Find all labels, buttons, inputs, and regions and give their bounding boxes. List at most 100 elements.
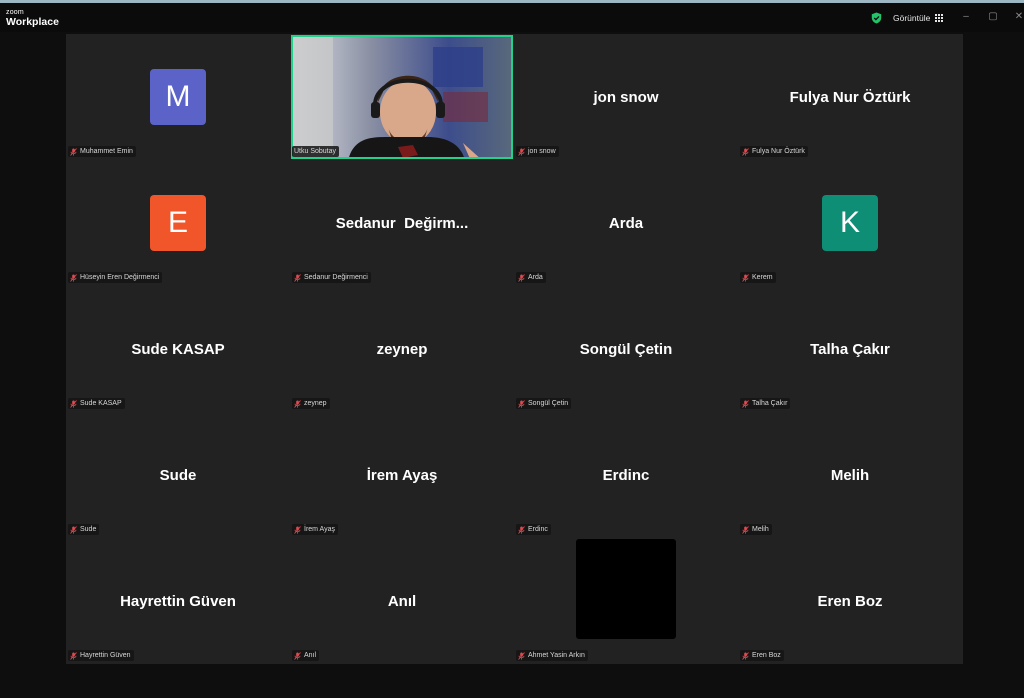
name-label: jon snow — [516, 146, 559, 157]
avatar: E — [150, 195, 206, 251]
participant-name: zeynep — [304, 400, 327, 407]
participant-display-name: Arda — [608, 215, 644, 232]
muted-mic-icon — [518, 651, 525, 660]
participant-tile[interactable]: Sedanur Değirm... Sedanur Değirmenci — [290, 160, 514, 286]
muted-mic-icon — [742, 525, 749, 534]
name-label: Erdinc — [516, 524, 551, 535]
participant-name: Hayrettin Güven — [80, 652, 131, 659]
participant-tile[interactable]: Songül Çetin Songül Çetin — [514, 286, 738, 412]
participant-name: Sude KASAP — [80, 400, 122, 407]
muted-mic-icon — [294, 525, 301, 534]
participant-name: Ahmet Yasin Arkın — [528, 652, 585, 659]
muted-mic-icon — [518, 273, 525, 282]
name-label: Fulya Nur Öztürk — [740, 146, 808, 157]
gallery-view: M Muhammet Emin Utku Sobutay jon snow jo… — [66, 34, 963, 664]
view-button-label: Görüntüle — [893, 13, 931, 23]
participant-tile[interactable]: Erdinc Erdinc — [514, 412, 738, 538]
participant-name: Eren Boz — [752, 652, 781, 659]
participant-tile[interactable]: Eren Boz Eren Boz — [738, 538, 962, 664]
maximize-button[interactable]: ▢ — [986, 11, 1000, 22]
participant-display-name: Sude — [159, 467, 197, 484]
participant-tile[interactable]: jon snow jon snow — [514, 34, 738, 160]
name-label: Songül Çetin — [516, 398, 572, 409]
participant-display-name: Hayrettin Güven — [120, 593, 236, 610]
participant-name: Hüseyin Eren Değirmenci — [80, 274, 160, 281]
brand-small: zoom — [6, 9, 24, 16]
name-label: Hüseyin Eren Değirmenci — [68, 272, 163, 283]
participant-name: Kerem — [752, 274, 773, 281]
name-label: Ahmet Yasin Arkın — [516, 650, 588, 661]
participant-tile-active-speaker[interactable]: Utku Sobutay — [290, 34, 514, 160]
participant-tile[interactable]: Sude KASAP Sude KASAP — [66, 286, 290, 412]
muted-mic-icon — [70, 147, 77, 156]
name-label: Melih — [740, 524, 772, 535]
participant-tile[interactable]: Anıl Anıl — [290, 538, 514, 664]
muted-mic-icon — [294, 273, 301, 282]
name-label: Sude KASAP — [68, 398, 125, 409]
participant-name: Fulya Nur Öztürk — [752, 148, 805, 155]
muted-mic-icon — [70, 525, 77, 534]
name-label: Sedanur Değirmenci — [292, 272, 371, 283]
muted-mic-icon — [742, 147, 749, 156]
name-label: Utku Sobutay — [292, 146, 340, 157]
muted-mic-icon — [518, 147, 525, 156]
participant-display-name: Melih — [830, 467, 870, 484]
name-label: Arda — [516, 272, 546, 283]
participant-tile[interactable]: E Hüseyin Eren Değirmenci — [66, 160, 290, 286]
participant-video — [291, 35, 513, 159]
muted-mic-icon — [70, 273, 77, 282]
participant-name: Sedanur Değirmenci — [304, 274, 368, 281]
muted-mic-icon — [70, 399, 77, 408]
name-label: Muhammet Emin — [68, 146, 136, 157]
avatar: M — [150, 69, 206, 125]
participant-tile[interactable]: Melih Melih — [738, 412, 962, 538]
shield-icon[interactable] — [871, 12, 882, 24]
muted-mic-icon — [294, 399, 301, 408]
avatar: K — [822, 195, 878, 251]
participant-display-name: Talha Çakır — [810, 341, 890, 358]
muted-mic-icon — [742, 273, 749, 282]
view-button[interactable]: Görüntüle — [893, 13, 944, 23]
participant-tile[interactable]: M Muhammet Emin — [66, 34, 290, 160]
participant-name: Arda — [528, 274, 543, 281]
video-feed-image — [293, 37, 511, 157]
minimize-button[interactable]: – — [959, 11, 973, 22]
participant-name: jon snow — [528, 148, 556, 155]
participant-name: Songül Çetin — [528, 400, 569, 407]
participant-name: Anıl — [304, 652, 317, 659]
participant-display-name: İrem Ayaş — [366, 467, 438, 484]
participant-display-name: Sedanur Değirm... — [335, 215, 469, 232]
name-label: Talha Çakır — [740, 398, 791, 409]
participant-name: Talha Çakır — [752, 400, 788, 407]
muted-mic-icon — [294, 651, 301, 660]
name-label: Hayrettin Güven — [68, 650, 134, 661]
participant-display-name: zeynep — [376, 341, 428, 358]
participant-tile[interactable]: zeynep zeynep — [290, 286, 514, 412]
participant-tile[interactable]: Hayrettin Güven Hayrettin Güven — [66, 538, 290, 664]
muted-mic-icon — [70, 651, 77, 660]
participant-tile[interactable]: Talha Çakır Talha Çakır — [738, 286, 962, 412]
name-label: zeynep — [292, 398, 330, 409]
participant-display-name: Eren Boz — [817, 593, 883, 610]
participant-tile[interactable]: İrem Ayaş İrem Ayaş — [290, 412, 514, 538]
muted-mic-icon — [518, 399, 525, 408]
participant-tile[interactable]: Arda Arda — [514, 160, 738, 286]
name-label: Sude — [68, 524, 100, 535]
participant-name: Melih — [752, 526, 769, 533]
brand-big: Workplace — [6, 16, 59, 28]
participant-tile[interactable]: Sude Sude — [66, 412, 290, 538]
name-label: Anıl — [292, 650, 320, 661]
participant-tile[interactable]: Fulya Nur Öztürk Fulya Nur Öztürk — [738, 34, 962, 160]
participant-tile[interactable]: Ahmet Yasin Arkın — [514, 538, 738, 664]
participant-display-name: Anıl — [387, 593, 417, 610]
name-label: Eren Boz — [740, 650, 784, 661]
muted-mic-icon — [742, 399, 749, 408]
close-button[interactable]: ✕ — [1012, 11, 1024, 22]
participant-name: İrem Ayaş — [304, 526, 335, 533]
name-label: Kerem — [740, 272, 776, 283]
participant-name: Utku Sobutay — [294, 148, 337, 155]
muted-mic-icon — [518, 525, 525, 534]
participant-display-name: Erdinc — [602, 467, 650, 484]
participant-name: Muhammet Emin — [80, 148, 133, 155]
participant-tile[interactable]: K Kerem — [738, 160, 962, 286]
